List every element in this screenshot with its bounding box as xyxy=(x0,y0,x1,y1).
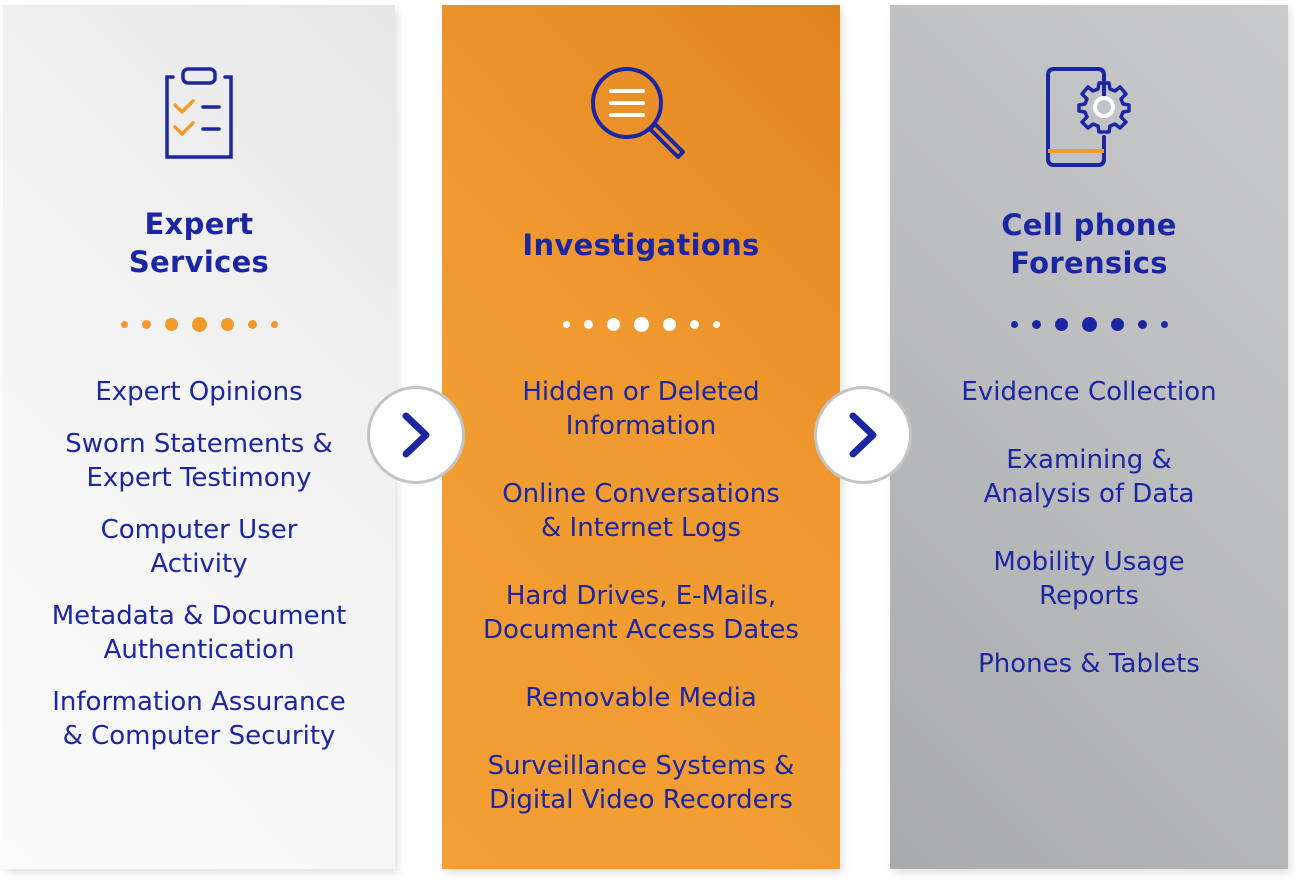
title-line: Forensics xyxy=(1010,246,1168,280)
dot xyxy=(141,320,151,329)
list-item: Computer User Activity xyxy=(100,515,298,579)
dot xyxy=(1110,318,1124,331)
list-item: Surveillance Systems & Digital Video Rec… xyxy=(487,751,795,815)
dot xyxy=(662,318,676,331)
column-title: Expert Services xyxy=(3,205,395,281)
list-item: Examining & Analysis of Data xyxy=(983,445,1195,509)
dot xyxy=(1031,320,1041,329)
next-arrow-button xyxy=(367,386,465,484)
service-list: Hidden or Deleted Information Online Con… xyxy=(442,375,840,817)
dot xyxy=(562,321,570,328)
dot xyxy=(1010,321,1018,328)
dot-divider xyxy=(890,317,1288,332)
title-line: Expert xyxy=(144,207,254,241)
magnifier-document-icon xyxy=(591,67,685,159)
list-item: Metadata & Document Authentication xyxy=(51,601,347,665)
panel-expert-services: Expert Services Expert Opinions Sworn St… xyxy=(3,5,395,869)
dot xyxy=(583,320,593,329)
dot-divider xyxy=(442,317,840,332)
next-arrow-button xyxy=(814,386,912,484)
dot xyxy=(712,321,720,328)
dot xyxy=(633,317,649,332)
list-item: Sworn Statements & Expert Testimony xyxy=(65,429,333,493)
chevron-right-icon xyxy=(402,412,430,458)
list-item: Phones & Tablets xyxy=(978,649,1200,679)
dot xyxy=(120,321,128,328)
clipboard-checklist-icon xyxy=(165,67,233,159)
title-line: Services xyxy=(128,245,270,279)
dot xyxy=(270,321,278,328)
dot-divider xyxy=(3,317,395,332)
dot xyxy=(1054,318,1068,331)
service-list: Evidence Collection Examining & Analysis… xyxy=(890,375,1288,681)
service-list: Expert Opinions Sworn Statements & Exper… xyxy=(3,375,395,753)
column-title: Investigations xyxy=(442,226,840,264)
panel-cell-phone-forensics: Cell phone Forensics Evidence Collection… xyxy=(890,5,1288,869)
title-line: Investigations xyxy=(522,228,760,262)
list-item: Evidence Collection xyxy=(961,377,1217,407)
column-title: Cell phone Forensics xyxy=(890,206,1288,282)
list-item: Online Conversations & Internet Logs xyxy=(502,479,780,543)
list-item: Expert Opinions xyxy=(95,377,303,407)
dot xyxy=(606,318,620,331)
list-item: Hidden or Deleted Information xyxy=(522,377,760,441)
phone-gear-icon xyxy=(1046,67,1131,167)
panel-investigations: Investigations Hidden or Deleted Informa… xyxy=(442,5,840,869)
list-item: Mobility Usage Reports xyxy=(993,547,1185,611)
dot xyxy=(1160,321,1168,328)
chevron-right-icon xyxy=(849,412,877,458)
dot xyxy=(191,317,207,332)
dot xyxy=(247,320,257,329)
dot xyxy=(1081,317,1097,332)
dot xyxy=(1137,320,1147,329)
dot xyxy=(164,318,178,331)
dot xyxy=(220,318,234,331)
list-item: Information Assurance & Computer Securit… xyxy=(52,687,346,751)
dot xyxy=(689,320,699,329)
list-item: Removable Media xyxy=(525,683,757,713)
title-line: Cell phone xyxy=(1001,208,1177,242)
list-item: Hard Drives, E-Mails, Document Access Da… xyxy=(483,581,799,645)
